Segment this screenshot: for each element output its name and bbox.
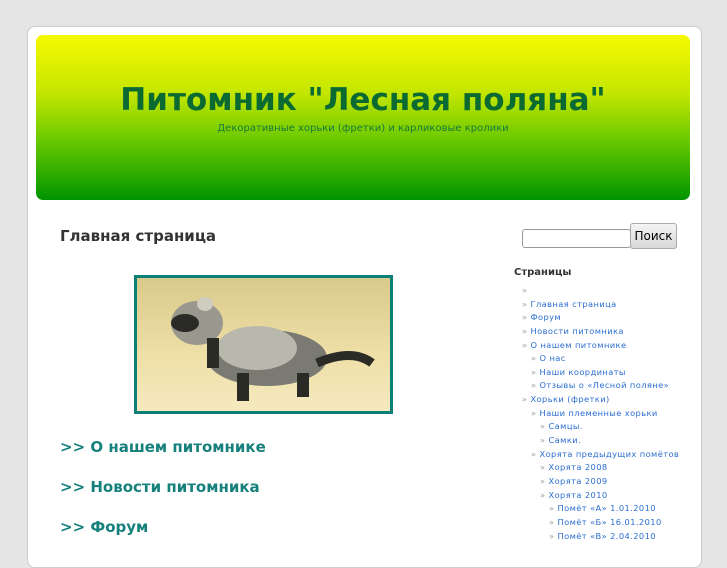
- page-title: Главная страница: [60, 227, 217, 245]
- sidebar-item[interactable]: » Самки.: [522, 434, 679, 448]
- sidebar-item-link[interactable]: Наши племенные хорьки: [539, 408, 657, 418]
- bullet-icon: »: [522, 394, 528, 405]
- bullet-icon: »: [531, 353, 537, 364]
- sidebar-item[interactable]: » Хорята 2008: [522, 461, 679, 475]
- sidebar-item-link[interactable]: О нашем питомнике: [530, 340, 626, 350]
- bullet-icon: »: [549, 530, 555, 541]
- sidebar-item[interactable]: » Помёт «Б» 16.01.2010: [522, 516, 679, 530]
- sidebar-item-link[interactable]: Отзывы о «Лесной поляне»: [539, 380, 669, 390]
- sidebar-item-link[interactable]: Хорята 2009: [548, 476, 607, 486]
- sidebar-item-link[interactable]: Наши координаты: [539, 367, 625, 377]
- bullet-icon: »: [522, 312, 528, 323]
- site-header: Питомник "Лесная поляна" Декоративные хо…: [36, 35, 690, 200]
- sidebar-item-link[interactable]: Помёт «В» 2.04.2010: [557, 531, 655, 541]
- bullet-icon: »: [549, 503, 555, 514]
- bullet-icon: »: [531, 448, 537, 459]
- sidebar-title: Страницы: [514, 267, 572, 278]
- sidebar-item-link[interactable]: Хорята предыдущих помётов: [539, 449, 679, 459]
- sidebar-item-link[interactable]: Хорята 2010: [548, 490, 607, 500]
- link-forum[interactable]: >> Форум: [60, 518, 148, 536]
- ferret-photo: [134, 275, 393, 414]
- sidebar-item-link[interactable]: О нас: [539, 353, 565, 363]
- sidebar-item[interactable]: » Помёт «А» 1.01.2010: [522, 502, 679, 516]
- bullet-icon: »: [540, 462, 546, 473]
- sidebar-item[interactable]: » Хорьки (фретки): [522, 393, 679, 407]
- sidebar-item[interactable]: » Наши координаты: [522, 366, 679, 380]
- sidebar-item[interactable]: » Хорята 2009: [522, 475, 679, 489]
- bullet-icon: »: [522, 325, 528, 336]
- sidebar-item[interactable]: » Самцы.: [522, 420, 679, 434]
- sidebar-item-link[interactable]: Самки.: [548, 435, 581, 445]
- bullet-icon: »: [531, 407, 537, 418]
- sidebar-item-link[interactable]: Форум: [530, 312, 561, 322]
- sidebar-item-link[interactable]: Главная страница: [530, 299, 616, 309]
- bullet-icon: »: [522, 298, 528, 309]
- bullet-icon: »: [540, 435, 546, 446]
- sidebar-item-link[interactable]: Хорята 2008: [548, 462, 607, 472]
- bullet-icon: »: [531, 380, 537, 391]
- sidebar-item-link[interactable]: Новости питомника: [530, 326, 623, 336]
- sidebar-item[interactable]: »: [522, 284, 679, 298]
- sidebar-item[interactable]: » Отзывы о «Лесной поляне»: [522, 379, 679, 393]
- bullet-icon: »: [540, 489, 546, 500]
- link-about[interactable]: >> О нашем питомнике: [60, 438, 266, 456]
- sidebar-pages-list: »» Главная страница» Форум» Новости питомни…: [522, 284, 679, 543]
- bullet-icon: »: [540, 421, 546, 432]
- sidebar-item[interactable]: » О нашем питомнике: [522, 339, 679, 353]
- site-subtitle: Декоративные хорьки (фретки) и карликовы…: [217, 123, 509, 134]
- sidebar-item[interactable]: » О нас: [522, 352, 679, 366]
- bullet-icon: »: [540, 475, 546, 486]
- site-title[interactable]: Питомник "Лесная поляна": [36, 82, 690, 118]
- bullet-icon: »: [522, 339, 528, 350]
- sidebar-item[interactable]: » Форум: [522, 311, 679, 325]
- sidebar-item[interactable]: » Главная страница: [522, 298, 679, 312]
- link-news[interactable]: >> Новости питомника: [60, 478, 260, 496]
- sidebar-item-link[interactable]: Самцы.: [548, 421, 582, 431]
- sidebar-item-link[interactable]: Хорьки (фретки): [530, 394, 609, 404]
- search-input[interactable]: [522, 229, 631, 248]
- bullet-icon: »: [522, 285, 528, 295]
- sidebar-item[interactable]: » Наши племенные хорьки: [522, 407, 679, 421]
- sidebar-item-link[interactable]: Помёт «Б» 16.01.2010: [557, 517, 661, 527]
- bullet-icon: »: [531, 366, 537, 377]
- sidebar-item-link[interactable]: Помёт «А» 1.01.2010: [557, 503, 655, 513]
- sidebar-item[interactable]: » Хорята 2010: [522, 489, 679, 503]
- sidebar-item[interactable]: » Помёт «В» 2.04.2010: [522, 530, 679, 544]
- search-button[interactable]: Поиск: [630, 223, 677, 249]
- sidebar-item[interactable]: » Новости питомника: [522, 325, 679, 339]
- sidebar-item[interactable]: » Хорята предыдущих помётов: [522, 448, 679, 462]
- bullet-icon: »: [549, 516, 555, 527]
